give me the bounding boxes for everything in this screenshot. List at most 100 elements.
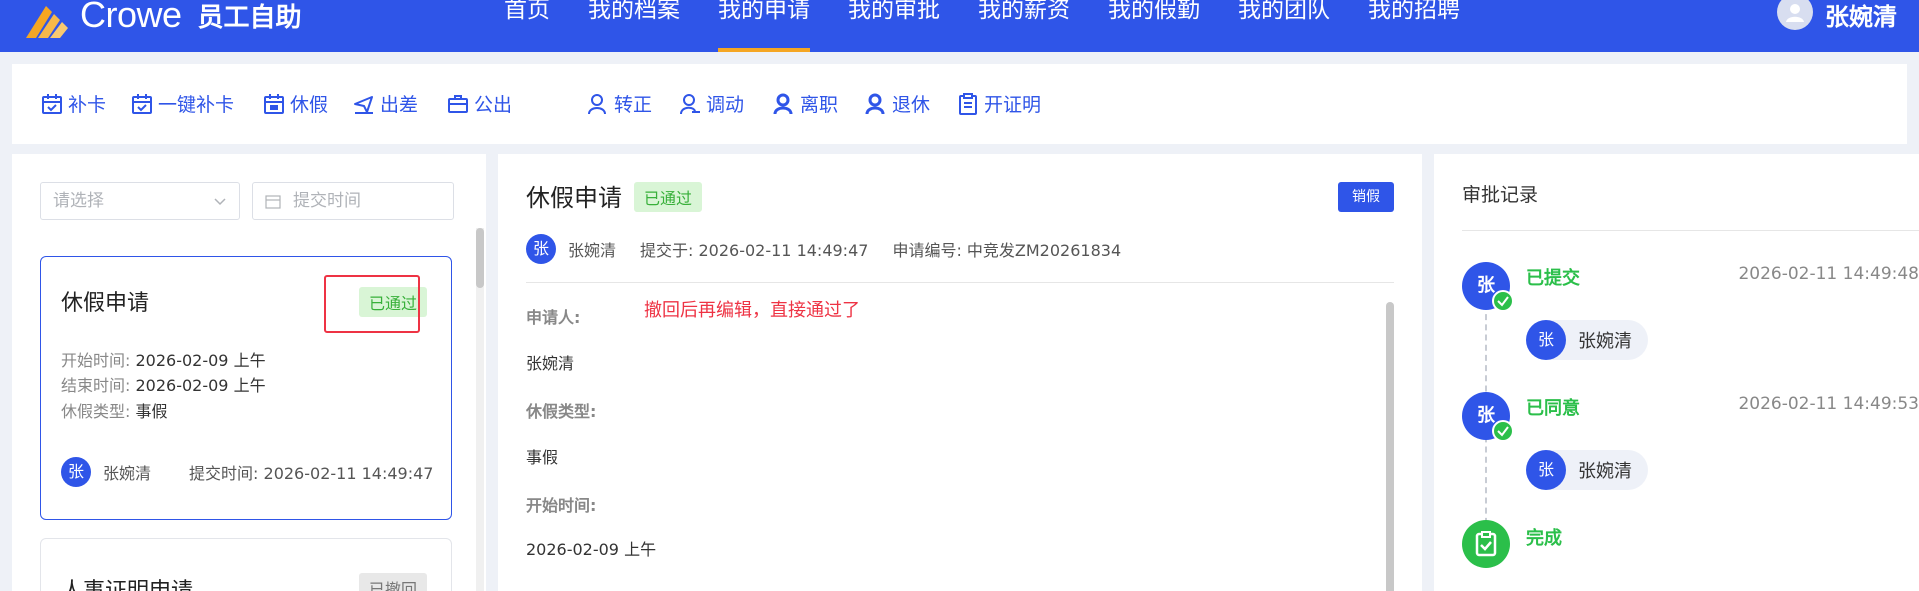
calendar-leave-icon bbox=[264, 93, 284, 114]
clock-in-fix-button[interactable]: 补卡 bbox=[40, 90, 106, 117]
field-label-start-time: 开始时间: bbox=[526, 496, 597, 515]
retirement-button[interactable]: 退休 bbox=[864, 90, 930, 117]
toolbar-label: 开证明 bbox=[984, 94, 1042, 116]
nav-salary[interactable]: 我的薪资 bbox=[964, 0, 1084, 52]
nav-my-applications[interactable]: 我的申请 bbox=[704, 0, 824, 52]
application-list-panel: 请选择 提交时间 休假申请 已通过 开始时间: 2026-02-09 上午 结束… bbox=[12, 154, 486, 591]
nav-home[interactable]: 首页 bbox=[490, 0, 564, 52]
leave-type-line: 休假类型: 事假 bbox=[61, 398, 168, 422]
nav-my-approvals[interactable]: 我的审批 bbox=[834, 0, 954, 52]
logo[interactable]: Crowe 员工自助 bbox=[24, 0, 302, 52]
record-status: 已同意 bbox=[1526, 398, 1580, 419]
official-outing-button[interactable]: 公出 bbox=[446, 90, 512, 117]
top-navigation-bar: Crowe 员工自助 首页 我的档案 我的申请 我的审批 我的薪资 我的假勤 我… bbox=[0, 0, 1919, 52]
toolbar-label: 出差 bbox=[380, 94, 419, 116]
transfer-button[interactable]: 调动 bbox=[678, 90, 744, 117]
calendar-icon bbox=[265, 195, 281, 209]
avatar: 张 bbox=[1526, 450, 1566, 490]
user-name: 张婉清 bbox=[1825, 3, 1897, 31]
submit-time-filter[interactable]: 提交时间 bbox=[252, 182, 454, 220]
user-avatar-icon bbox=[1777, 0, 1813, 30]
start-time-label: 开始时间: bbox=[61, 351, 131, 370]
card-footer: 张 张婉清 提交时间: 2026-02-11 14:49:47 bbox=[61, 457, 433, 487]
leave-type-value: 事假 bbox=[135, 402, 168, 421]
chevron-down-icon bbox=[214, 198, 226, 206]
applicant-name: 张婉清 bbox=[568, 241, 617, 260]
cancel-leave-button[interactable]: 销假 bbox=[1338, 182, 1394, 212]
quick-action-toolbar: 补卡 一键补卡 休假 出差 公出 转正 调动 离职 退休 开证明 bbox=[12, 64, 1907, 144]
start-time-line: 开始时间: 2026-02-09 上午 bbox=[61, 347, 266, 371]
plane-icon bbox=[354, 95, 373, 114]
approver-chip: 张 张婉清 bbox=[1526, 450, 1648, 490]
approval-record-panel: 审批记录 张 已提交 2026-02-11 14:49:48 张 张婉清 张 已… bbox=[1434, 154, 1919, 591]
detail-title: 休假申请 bbox=[526, 184, 622, 212]
record-time: 2026-02-11 14:49:48 bbox=[1738, 264, 1919, 284]
toolbar-label: 一键补卡 bbox=[158, 94, 235, 116]
submit-time-label: 提交时间: bbox=[189, 464, 259, 483]
nav-profile[interactable]: 我的档案 bbox=[574, 0, 694, 52]
user-transfer-icon bbox=[680, 93, 700, 114]
avatar: 张 bbox=[526, 234, 556, 264]
detail-status-badge: 已通过 bbox=[634, 182, 703, 212]
document-icon bbox=[959, 92, 977, 115]
list-scrollbar-thumb[interactable] bbox=[476, 228, 484, 288]
end-time-line: 结束时间: 2026-02-09 上午 bbox=[61, 372, 266, 396]
record-time: 2026-02-11 14:49:53 bbox=[1738, 394, 1919, 414]
avatar: 张 bbox=[1526, 320, 1566, 360]
calendar-check-icon bbox=[132, 93, 152, 114]
end-time-value: 2026-02-09 上午 bbox=[135, 376, 266, 395]
application-detail-panel: 休假申请 已通过 销假 张 张婉清 提交于: 2026-02-11 14:49:… bbox=[498, 154, 1422, 591]
status-badge: 已撤回 bbox=[359, 573, 428, 591]
leave-button[interactable]: 休假 bbox=[262, 90, 328, 117]
toolbar-label: 公出 bbox=[474, 94, 513, 116]
avatar: 张 bbox=[61, 457, 91, 487]
card-title: 休假申请 bbox=[61, 291, 150, 316]
applicant-name: 张婉清 bbox=[103, 464, 152, 483]
user-icon bbox=[588, 93, 606, 114]
certificate-button[interactable]: 开证明 bbox=[956, 90, 1041, 117]
toolbar-label: 休假 bbox=[290, 94, 329, 116]
one-click-fix-button[interactable]: 一键补卡 bbox=[130, 90, 234, 117]
toolbar-label: 转正 bbox=[614, 94, 653, 116]
detail-scrollbar[interactable] bbox=[1386, 302, 1394, 591]
complete-icon bbox=[1462, 520, 1510, 568]
toolbar-label: 补卡 bbox=[68, 94, 107, 116]
submitted-at: 提交于: 2026-02-11 14:49:47 bbox=[640, 241, 869, 260]
brand-name: Crowe bbox=[80, 0, 182, 35]
user-retire-icon bbox=[865, 93, 885, 114]
briefcase-icon bbox=[448, 94, 468, 113]
application-number: 申请编号: 中竞发ZM20261834 bbox=[892, 241, 1122, 260]
main-nav: 首页 我的档案 我的申请 我的审批 我的薪资 我的假勤 我的团队 我的招聘 bbox=[490, 0, 1484, 52]
divider bbox=[526, 282, 1394, 283]
application-card-certificate[interactable]: 人事证明申请 已撤回 bbox=[40, 538, 452, 591]
date-placeholder: 提交时间 bbox=[293, 191, 361, 211]
resignation-button[interactable]: 离职 bbox=[772, 90, 838, 117]
field-value-applicant: 张婉清 bbox=[526, 354, 575, 373]
approver-name: 张婉清 bbox=[1578, 331, 1632, 352]
nav-team[interactable]: 我的团队 bbox=[1224, 0, 1344, 52]
regularization-button[interactable]: 转正 bbox=[586, 90, 652, 117]
toolbar-label: 调动 bbox=[706, 94, 745, 116]
detail-meta: 张 张婉清 提交于: 2026-02-11 14:49:47 申请编号: 中竞发… bbox=[526, 234, 1121, 264]
field-label-leave-type: 休假类型: bbox=[526, 402, 597, 421]
crowe-logo-icon bbox=[26, 6, 68, 38]
approval-title: 审批记录 bbox=[1462, 184, 1539, 206]
field-value-leave-type: 事假 bbox=[526, 448, 559, 467]
toolbar-label: 离职 bbox=[800, 94, 839, 116]
leave-type-label: 休假类型: bbox=[61, 402, 131, 421]
record-status: 已提交 bbox=[1526, 268, 1580, 289]
field-label-applicant: 申请人: bbox=[526, 308, 581, 327]
app-name: 员工自助 bbox=[197, 3, 302, 33]
submit-time: 提交时间: 2026-02-11 14:49:47 bbox=[189, 460, 433, 484]
user-menu[interactable]: 张婉清 bbox=[1777, 0, 1897, 32]
field-value-start-time: 2026-02-09 上午 bbox=[526, 540, 657, 559]
business-trip-button[interactable]: 出差 bbox=[352, 90, 418, 117]
divider bbox=[1462, 230, 1919, 231]
type-filter-select[interactable]: 请选择 bbox=[40, 182, 240, 220]
nav-recruitment[interactable]: 我的招聘 bbox=[1354, 0, 1474, 52]
final-status: 完成 bbox=[1526, 528, 1562, 549]
nav-leave-attendance[interactable]: 我的假勤 bbox=[1094, 0, 1214, 52]
user-leave-icon bbox=[773, 93, 793, 114]
approver-name: 张婉清 bbox=[1578, 461, 1632, 482]
check-icon bbox=[1492, 290, 1514, 312]
